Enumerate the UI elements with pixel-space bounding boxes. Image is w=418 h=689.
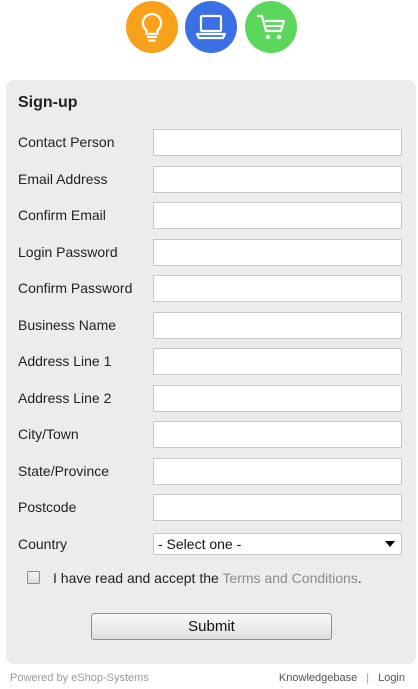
signup-panel: Sign-up Contact Person Email Address Con… [6,80,416,664]
business-name-input[interactable] [153,312,402,339]
business-name-label: Business Name [18,317,117,333]
logo-bar [0,0,418,56]
login-link[interactable]: Login [378,672,405,684]
terms-label: I have read and accept the Terms and Con… [53,570,362,586]
shopping-cart-icon [245,1,297,53]
form-row-confirm-email: Confirm Email [6,202,416,230]
address-line-2-label: Address Line 2 [18,390,112,406]
terms-suffix: . [357,570,362,586]
address-line-1-label: Address Line 1 [18,353,112,369]
terms-and-conditions-link[interactable]: Terms and Conditions [222,570,357,586]
postcode-input[interactable] [153,494,402,521]
login-password-input[interactable] [153,239,402,266]
laptop-icon [185,1,237,53]
login-password-label: Login Password [18,244,118,260]
state-province-label: State/Province [18,463,110,479]
powered-by-text: Powered by eShop-Systems [10,672,149,684]
contact-person-input[interactable] [153,129,402,156]
lightbulb-icon [126,1,178,53]
terms-row: I have read and accept the Terms and Con… [6,568,416,588]
confirm-password-label: Confirm Password [18,280,133,296]
submit-button[interactable]: Submit [91,613,332,640]
confirm-email-label: Confirm Email [18,207,106,223]
footer-separator: | [366,672,370,684]
form-row-country: Country - Select one - [6,531,416,559]
footer: Powered by eShop-Systems Knowledgebase | L… [0,672,418,688]
terms-text: I have read and accept the [53,570,223,586]
address-line-2-input[interactable] [153,385,402,412]
form-row-postcode: Postcode [6,494,416,522]
city-town-input[interactable] [153,421,402,448]
form-row-confirm-password: Confirm Password [6,275,416,303]
confirm-email-input[interactable] [153,202,402,229]
address-line-1-input[interactable] [153,348,402,375]
city-town-label: City/Town [18,426,79,442]
form-row-login-password: Login Password [6,239,416,267]
form-row-city-town: City/Town [6,421,416,449]
footer-links: Knowledgebase | Login [279,672,405,684]
email-address-label: Email Address [18,171,108,187]
form-row-address-line-2: Address Line 2 [6,385,416,413]
terms-checkbox[interactable] [27,571,40,584]
email-address-input[interactable] [153,166,402,193]
contact-person-label: Contact Person [18,134,115,150]
country-select[interactable]: - Select one - [153,533,402,555]
form-row-address-line-1: Address Line 1 [6,348,416,376]
form-row-state-province: State/Province [6,458,416,486]
postcode-label: Postcode [18,499,77,515]
country-selected-value: - Select one - [158,536,242,552]
confirm-password-input[interactable] [153,275,402,302]
form-row-contact-person: Contact Person [6,129,416,157]
form-row-business-name: Business Name [6,312,416,340]
chevron-down-icon[interactable] [385,541,395,547]
state-province-input[interactable] [153,458,402,485]
form-title: Sign-up [18,94,78,111]
country-label: Country [18,536,68,552]
knowledgebase-link[interactable]: Knowledgebase [279,672,357,684]
form-row-email-address: Email Address [6,166,416,194]
